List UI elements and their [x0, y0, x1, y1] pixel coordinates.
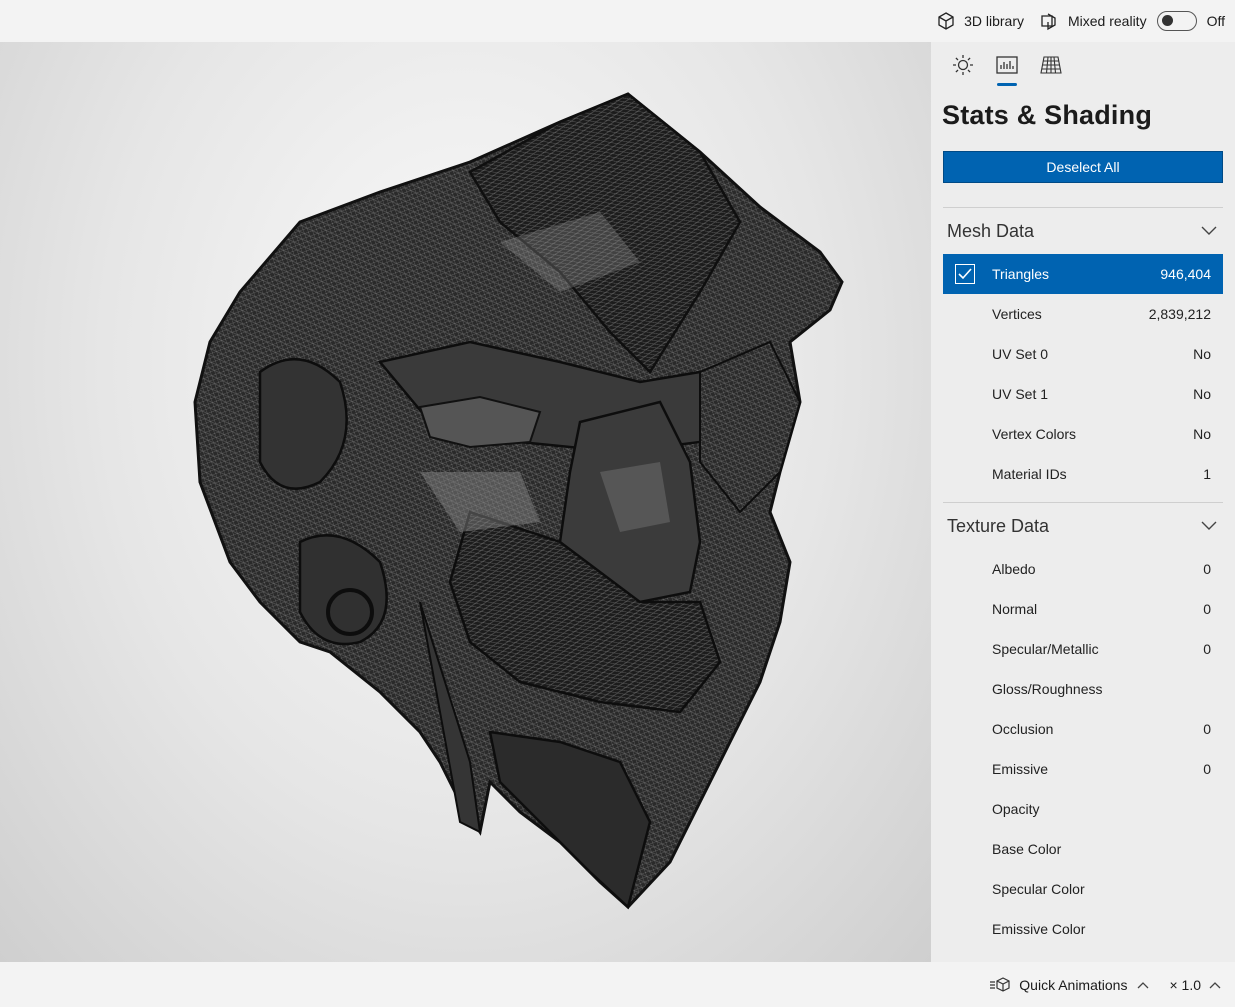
panel-tab-bar [931, 42, 1235, 88]
texture-data-header[interactable]: Texture Data [931, 503, 1235, 549]
mixed-reality-button[interactable]: Mixed reality [1040, 11, 1147, 31]
row-label: UV Set 1 [992, 386, 1049, 402]
bottom-bar: Quick Animations × 1.0 [0, 962, 1235, 1007]
mesh-row-vertices[interactable]: Vertices 2,839,212 [943, 294, 1223, 334]
chevron-up-icon [1138, 981, 1149, 988]
row-label: UV Set 0 [992, 346, 1049, 362]
texture-row-specular-color[interactable]: Specular Color [943, 869, 1223, 909]
texture-row-gloss-roughness[interactable]: Gloss/Roughness [943, 669, 1223, 709]
mesh-data-header[interactable]: Mesh Data [931, 208, 1235, 254]
row-value: 0 [1203, 561, 1211, 577]
grid-icon [1040, 56, 1062, 74]
3d-viewport[interactable] [0, 42, 931, 962]
panel-title: Stats & Shading [942, 100, 1153, 130]
playback-speed-button[interactable]: × 1.0 [1169, 977, 1221, 993]
row-label: Opacity [992, 801, 1040, 817]
row-label: Normal [992, 601, 1038, 617]
chevron-down-icon [1201, 226, 1217, 235]
3d-library-label: 3D library [964, 13, 1024, 29]
mixed-reality-toggle[interactable] [1156, 11, 1197, 31]
mixed-reality-icon [1041, 13, 1056, 31]
deselect-all-button[interactable]: Deselect All [943, 151, 1223, 183]
row-value: No [1193, 386, 1211, 402]
mesh-row-uv-set-1[interactable]: UV Set 1 No [943, 374, 1223, 414]
row-label: Vertex Colors [992, 426, 1077, 442]
tab-stats[interactable] [985, 42, 1029, 88]
mesh-data-title: Mesh Data [947, 220, 1035, 241]
row-value: 1 [1203, 466, 1211, 482]
stats-shading-panel: Stats & Shading Deselect All Mesh Data T… [931, 42, 1235, 962]
texture-data-title: Texture Data [947, 515, 1050, 536]
row-value: 0 [1203, 601, 1211, 617]
mesh-row-triangles[interactable]: Triangles 946,404 [943, 254, 1223, 294]
texture-row-albedo[interactable]: Albedo 0 [943, 549, 1223, 589]
row-label: Specular/Metallic [992, 641, 1099, 657]
stats-chart-icon [996, 56, 1018, 74]
quick-animations-button[interactable]: Quick Animations [989, 976, 1149, 994]
row-label: Gloss/Roughness [992, 681, 1103, 697]
mixed-reality-label: Mixed reality [1067, 13, 1147, 29]
row-label: Albedo [992, 561, 1036, 577]
mesh-row-material-ids[interactable]: Material IDs 1 [943, 454, 1223, 494]
texture-row-base-color[interactable]: Base Color [943, 829, 1223, 869]
row-value: 0 [1203, 761, 1211, 777]
tab-lighting[interactable] [941, 42, 985, 88]
chevron-up-icon [1209, 981, 1221, 988]
texture-row-normal[interactable]: Normal 0 [943, 589, 1223, 629]
checkbox-checked-icon[interactable] [955, 264, 975, 284]
texture-row-emissive-color[interactable]: Emissive Color [943, 909, 1223, 949]
row-value: 946,404 [1160, 266, 1211, 282]
row-label: Triangles [992, 266, 1050, 282]
row-value: No [1193, 426, 1211, 442]
animation-cube-icon [990, 976, 1010, 992]
row-value: 0 [1203, 721, 1211, 737]
mesh-row-vertex-colors[interactable]: Vertex Colors No [943, 414, 1223, 454]
lion-mesh-model[interactable] [0, 42, 931, 962]
mesh-row-uv-set-0[interactable]: UV Set 0 No [943, 334, 1223, 374]
texture-row-emissive[interactable]: Emissive 0 [943, 749, 1223, 789]
texture-row-occlusion[interactable]: Occlusion 0 [943, 709, 1223, 749]
row-label: Specular Color [992, 881, 1085, 897]
tab-grid[interactable] [1029, 42, 1073, 88]
row-label: Emissive Color [992, 921, 1086, 937]
3d-library-button[interactable]: 3D library [936, 11, 1024, 31]
cube-icon [938, 12, 954, 30]
row-value: 2,839,212 [1148, 306, 1211, 322]
sun-icon [953, 55, 973, 75]
quick-animations-label: Quick Animations [1019, 976, 1128, 993]
playback-speed-label: × 1.0 [1169, 976, 1201, 993]
texture-row-specular-metallic[interactable]: Specular/Metallic 0 [943, 629, 1223, 669]
row-label: Base Color [992, 841, 1062, 857]
row-label: Vertices [992, 306, 1042, 322]
texture-row-opacity[interactable]: Opacity [943, 789, 1223, 829]
row-label: Emissive [992, 761, 1049, 777]
row-value: 0 [1203, 641, 1211, 657]
row-label: Occlusion [992, 721, 1054, 737]
row-label: Material IDs [992, 466, 1067, 482]
row-value: No [1193, 346, 1211, 362]
toggle-state-label: Off [1206, 13, 1225, 29]
chevron-down-icon [1201, 521, 1217, 530]
top-bar: 3D library Mixed reality Off [0, 0, 1235, 42]
